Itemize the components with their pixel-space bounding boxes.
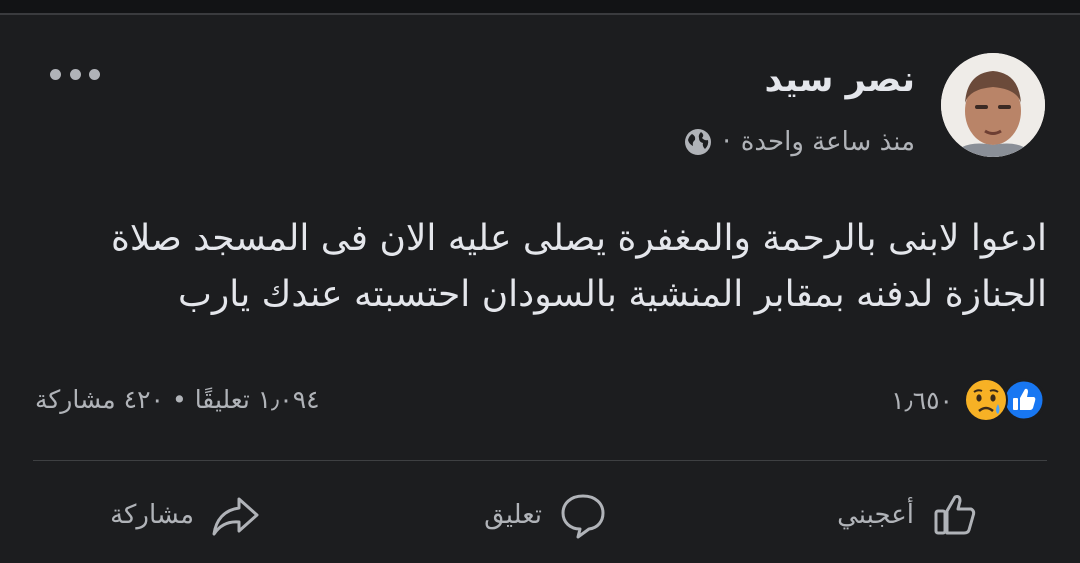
avatar[interactable] (941, 53, 1045, 157)
post-actions: أعجبني تعليق مشاركة (0, 485, 1080, 545)
actions-divider (33, 460, 1047, 461)
dot (69, 68, 81, 80)
share-count[interactable]: ٤٢٠ مشاركة (35, 385, 164, 414)
dot (89, 68, 100, 80)
reaction-count: ١٫٦٥٠ (891, 385, 953, 415)
reaction-icons (963, 377, 1047, 423)
stats-separator: • (171, 385, 187, 414)
post-body-line-1: ادعوا لابنى بالرحمة والمغفرة يصلى عليه ا… (110, 218, 1047, 259)
comment-label: تعليق (484, 500, 542, 530)
like-button[interactable]: أعجبني (837, 485, 982, 545)
post-body: ادعوا لابنى بالرحمة والمغفرة يصلى عليه ا… (60, 211, 1047, 323)
thumbs-up-icon (934, 495, 976, 535)
sad-emoji-icon (964, 378, 1008, 422)
share-button[interactable]: مشاركة (110, 485, 262, 545)
like-label: أعجبني (837, 500, 914, 530)
avatar-photo (941, 53, 1045, 157)
share-arrow-icon (212, 497, 259, 536)
author-name[interactable]: نصر سيد (764, 60, 915, 100)
dot (50, 68, 61, 80)
more-options-icon[interactable] (50, 62, 100, 86)
comment-bubble-icon (561, 494, 605, 539)
meta-separator: · (722, 127, 731, 157)
share-label: مشاركة (110, 500, 194, 530)
top-edge-bar (0, 0, 1080, 14)
post-card: نصر سيد منذ ساعة واحدة · ادعوا لابنى بال… (0, 15, 1080, 563)
reactions-summary[interactable]: ١٫٦٥٠ (891, 377, 1047, 423)
post-body-line-2: الجنازة لدفنه بمقابر المنشية بالسودان اح… (177, 274, 1047, 315)
globe-icon[interactable] (683, 127, 713, 157)
post-meta: منذ ساعة واحدة · (683, 127, 915, 157)
comment-count[interactable]: ١٫٠٩٤ تعليقًا (195, 385, 320, 414)
post-stats: ١٫٦٥٠ ١٫٠٩٤ تعليقًا • ٤٢٠ مشاركة (0, 375, 1080, 423)
engagement-counts: ١٫٠٩٤ تعليقًا • ٤٢٠ مشاركة (35, 385, 320, 414)
post-time[interactable]: منذ ساعة واحدة (741, 127, 915, 157)
comment-button[interactable]: تعليق (484, 485, 610, 545)
